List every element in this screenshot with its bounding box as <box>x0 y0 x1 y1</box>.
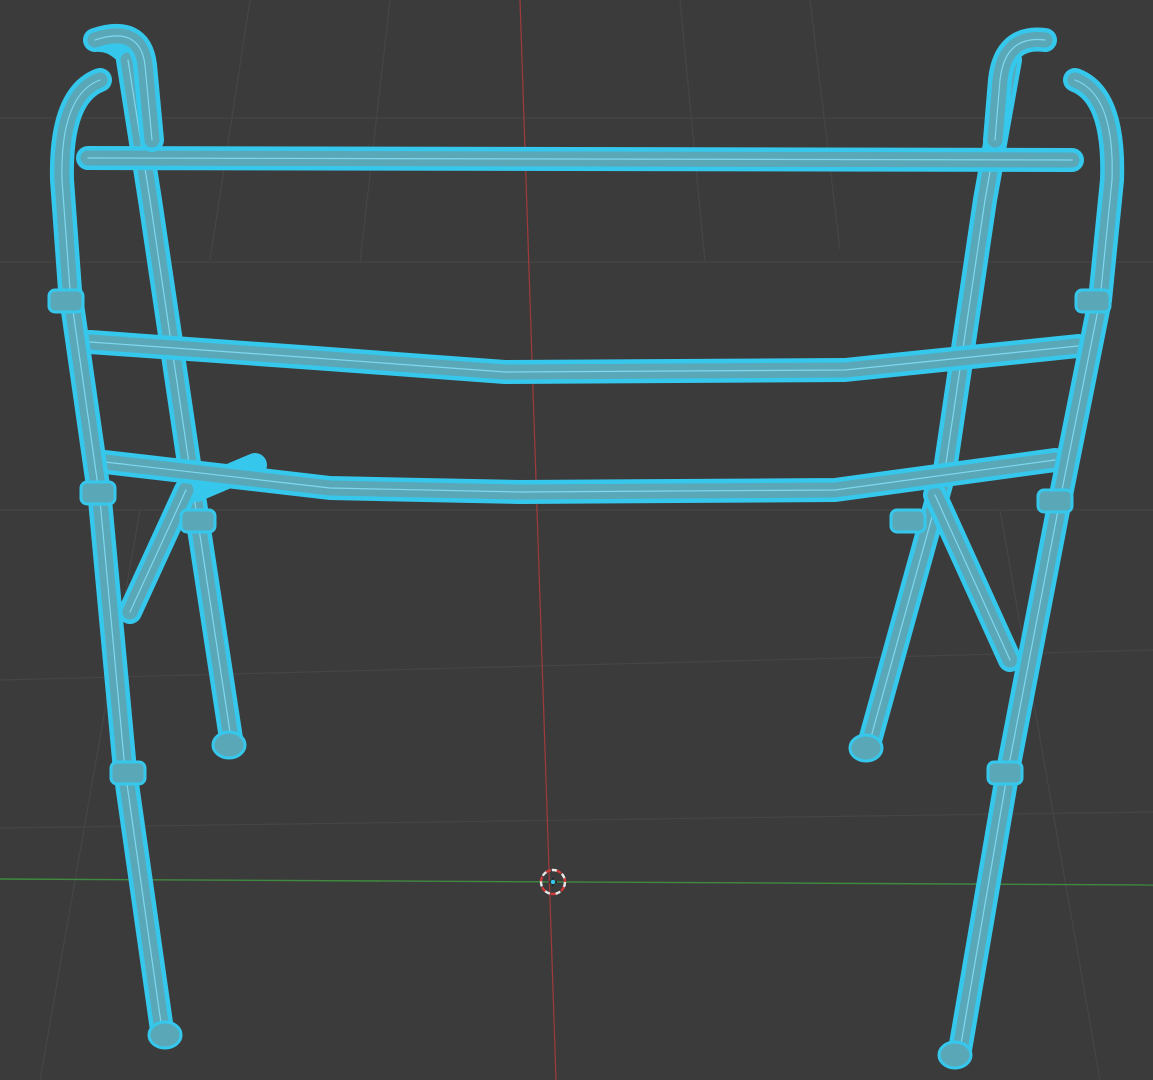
foot-caps <box>147 730 973 1070</box>
foot-cap <box>211 730 247 760</box>
right-diagonal-brace <box>923 483 1022 672</box>
grid-line <box>809 0 841 251</box>
leg-collar <box>1036 488 1074 514</box>
grid-line <box>359 0 391 263</box>
leg-collar <box>1074 288 1112 314</box>
walker-model[interactable] <box>47 24 1125 1070</box>
grid-line <box>0 811 1153 829</box>
middle-crossbar <box>78 330 1090 384</box>
top-crossbar <box>76 146 1084 172</box>
leg-collar <box>109 760 147 786</box>
grid-line <box>679 0 706 263</box>
foot-cap <box>147 1020 183 1050</box>
grid-line <box>209 0 251 261</box>
3d-viewport[interactable] <box>0 0 1153 1080</box>
leg-collar <box>986 760 1024 786</box>
grid-line <box>0 649 1153 681</box>
leg-collar <box>79 480 117 506</box>
leg-collar <box>889 508 927 534</box>
mesh-line <box>129 489 187 613</box>
viewport-scene[interactable] <box>0 0 1153 1080</box>
origin-dot <box>550 879 556 885</box>
leg-collar <box>47 288 85 314</box>
leg-collar <box>179 508 217 534</box>
foot-cap <box>937 1040 973 1070</box>
mesh-line <box>934 494 1011 661</box>
foot-cap <box>848 733 884 763</box>
